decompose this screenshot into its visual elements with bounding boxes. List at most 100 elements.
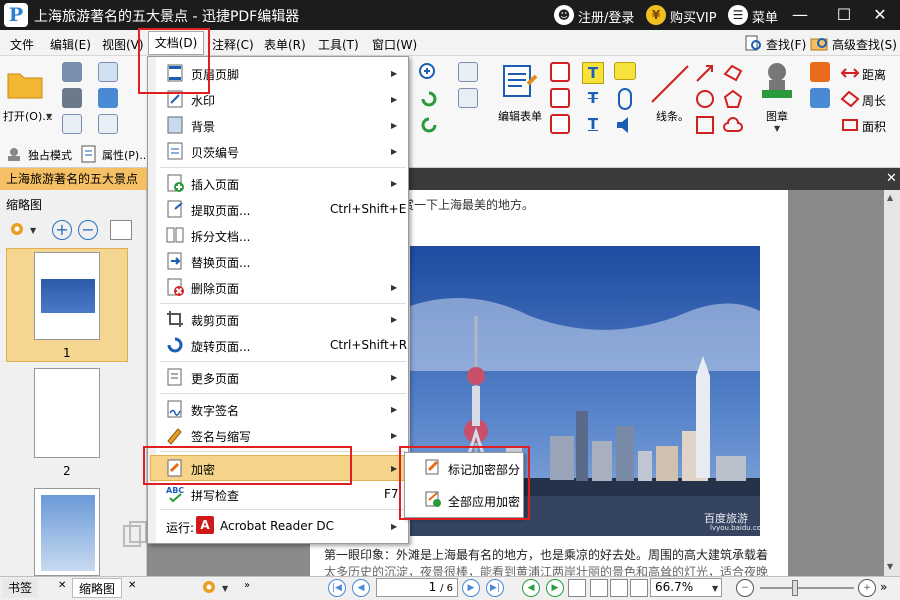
- facing-view-icon[interactable]: [610, 579, 628, 597]
- new-document-icon[interactable]: [98, 114, 118, 134]
- callout-icon[interactable]: [550, 114, 570, 134]
- thumbnails-tab[interactable]: 缩略图: [72, 578, 123, 598]
- menu-item-label[interactable]: 拆分文档...: [191, 228, 250, 245]
- expand-status-icon[interactable]: »: [880, 580, 887, 594]
- bookmarks-tab[interactable]: 书签: [2, 578, 39, 598]
- find-icon[interactable]: [744, 34, 762, 52]
- document-tab[interactable]: 上海旅游著名的五大景点: [0, 168, 147, 190]
- cover-view-icon[interactable]: [630, 579, 648, 597]
- menu-item-label[interactable]: 提取页面...: [191, 202, 250, 219]
- single-page-view-icon[interactable]: [568, 579, 586, 597]
- thumbnail-options-dropdown-icon[interactable]: ▼: [30, 226, 36, 235]
- minimize-button[interactable]: —: [778, 0, 822, 30]
- menu-item-label[interactable]: 替换页面...: [191, 254, 250, 271]
- polygon-icon[interactable]: [722, 88, 744, 110]
- previous-page-button[interactable]: ◀: [352, 579, 370, 597]
- menu-item-label[interactable]: 签名与缩写: [191, 428, 251, 445]
- zoom-slider-handle[interactable]: [792, 580, 798, 596]
- properties-icon[interactable]: [80, 145, 98, 163]
- image-add-icon[interactable]: [458, 88, 478, 108]
- list-icon[interactable]: [458, 62, 478, 82]
- menu-item-label[interactable]: 插入页面: [191, 176, 239, 193]
- strikethrough-icon[interactable]: T: [582, 88, 604, 110]
- find-button[interactable]: 查找(F): [766, 36, 806, 53]
- save-icon[interactable]: [62, 62, 82, 82]
- stamp-dropdown-icon[interactable]: ▼: [774, 124, 780, 133]
- menu-edit[interactable]: 编辑(E): [50, 36, 91, 53]
- first-page-button[interactable]: |◀: [328, 579, 346, 597]
- scroll-down-icon[interactable]: ▼: [887, 562, 893, 571]
- menu-item-label[interactable]: 数字签名: [191, 402, 239, 419]
- line-tool-icon[interactable]: [648, 62, 692, 106]
- perimeter-icon[interactable]: [840, 90, 860, 108]
- exclusive-mode-button[interactable]: 独占模式: [28, 147, 72, 163]
- menu-tools[interactable]: 工具(T): [318, 36, 359, 53]
- export-icon[interactable]: [62, 114, 82, 134]
- expand-icon[interactable]: »: [244, 580, 250, 591]
- text-field-icon[interactable]: [550, 62, 570, 82]
- polygon-line-icon[interactable]: [722, 62, 744, 84]
- edit-form-icon[interactable]: [500, 62, 540, 102]
- main-menu-button[interactable]: 菜单: [752, 7, 778, 26]
- menu-item-label[interactable]: 删除页面: [191, 280, 239, 297]
- run-app-label[interactable]: Acrobat Reader DC: [220, 519, 334, 533]
- menu-window[interactable]: 窗口(W): [372, 36, 417, 53]
- rotate-left-icon[interactable]: [418, 88, 440, 110]
- close-tab-icon[interactable]: ✕: [886, 171, 897, 186]
- settings-icon[interactable]: [200, 578, 218, 596]
- underline-icon[interactable]: T: [582, 114, 604, 136]
- forward-button[interactable]: ▶: [546, 579, 564, 597]
- user-icon[interactable]: ☻: [554, 5, 574, 25]
- exclusive-mode-icon[interactable]: [5, 146, 23, 162]
- close-bookmarks-tab-icon[interactable]: ✕: [58, 580, 66, 591]
- menu-item-label[interactable]: 旋转页面...: [191, 338, 250, 355]
- zoom-in-thumbnails-icon[interactable]: +: [52, 220, 72, 240]
- distance-button[interactable]: 距离: [862, 66, 886, 83]
- thumbnail-page-3[interactable]: [34, 488, 100, 576]
- zoom-dropdown-icon[interactable]: ▼: [712, 584, 718, 593]
- menu-item-label[interactable]: 背景: [191, 118, 215, 135]
- ellipse-icon[interactable]: [694, 88, 716, 110]
- thumbnail-page-1[interactable]: [34, 252, 100, 340]
- eraser-icon[interactable]: [810, 88, 830, 108]
- cloud-shape-icon[interactable]: [722, 114, 744, 136]
- advanced-find-icon[interactable]: [810, 34, 828, 52]
- zoom-slider[interactable]: [760, 587, 854, 589]
- zoom-in-icon[interactable]: [418, 62, 440, 84]
- highlighter-icon[interactable]: [810, 62, 830, 82]
- stamp-icon[interactable]: [756, 60, 798, 104]
- perimeter-button[interactable]: 周长: [862, 92, 886, 109]
- zoom-out-button[interactable]: −: [736, 579, 754, 597]
- attachment-icon[interactable]: [618, 88, 632, 110]
- last-page-button[interactable]: ▶|: [486, 579, 504, 597]
- open-folder-icon[interactable]: [6, 64, 44, 102]
- rotate-thumbnail-icon[interactable]: [110, 220, 132, 240]
- back-button[interactable]: ◀: [522, 579, 540, 597]
- line-tool-button[interactable]: 线条。: [656, 108, 689, 124]
- buy-vip-link[interactable]: 购买VIP: [670, 7, 717, 26]
- distance-icon[interactable]: [840, 64, 860, 82]
- zoom-out-thumbnails-icon[interactable]: −: [78, 220, 98, 240]
- note-icon[interactable]: [614, 62, 636, 80]
- stamp-button[interactable]: 图章: [766, 108, 788, 124]
- menu-form[interactable]: 表单(R): [264, 36, 306, 53]
- scroll-up-icon[interactable]: ▲: [887, 193, 893, 202]
- menu-item-label[interactable]: 拼写检查: [191, 487, 239, 504]
- settings-dropdown-icon[interactable]: ▼: [222, 584, 228, 593]
- email-icon[interactable]: [98, 62, 118, 82]
- advanced-find-button[interactable]: 高级查找(S): [832, 36, 897, 53]
- area-icon[interactable]: [840, 116, 860, 134]
- register-login-link[interactable]: 注册/登录: [578, 7, 634, 26]
- arrow-icon[interactable]: [694, 62, 716, 84]
- menu-item-label[interactable]: 裁剪页面: [191, 312, 239, 329]
- close-button[interactable]: ✕: [860, 0, 900, 30]
- area-button[interactable]: 面积: [862, 118, 886, 135]
- vip-coin-icon[interactable]: ¥: [646, 5, 666, 25]
- sound-icon[interactable]: [614, 114, 636, 136]
- continuous-view-icon[interactable]: [590, 579, 608, 597]
- thumbnail-options-icon[interactable]: [8, 220, 26, 238]
- print-icon[interactable]: [62, 88, 82, 108]
- menu-comment[interactable]: 注释(C): [212, 36, 254, 53]
- menu-item-label[interactable]: 更多页面: [191, 370, 239, 387]
- menu-icon[interactable]: ☰: [728, 5, 748, 25]
